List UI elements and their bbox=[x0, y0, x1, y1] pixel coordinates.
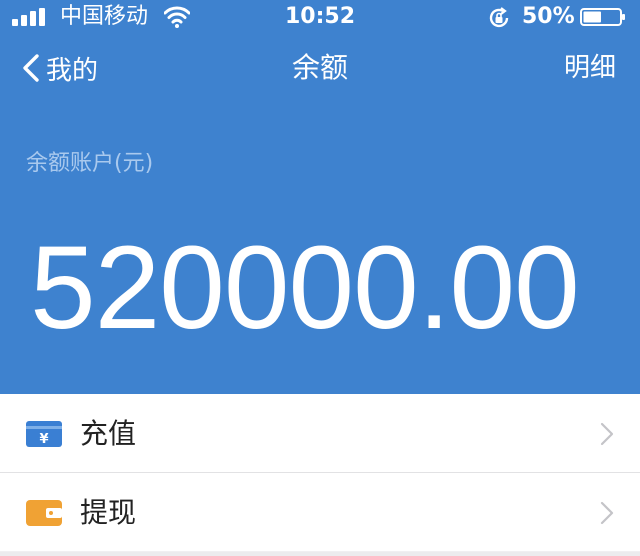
battery-icon bbox=[580, 8, 625, 26]
chevron-right-icon bbox=[600, 422, 614, 446]
account-label: 余额账户(元) bbox=[26, 151, 154, 176]
page-title: 余额 bbox=[291, 51, 348, 84]
recharge-label: 充值 bbox=[80, 417, 137, 450]
rotation-lock-icon bbox=[489, 7, 509, 28]
wallet-icon bbox=[26, 500, 62, 526]
recharge-row[interactable]: ¥ 充值 bbox=[0, 394, 640, 472]
status-bar: 中国移动 10:52 50% bbox=[0, 0, 640, 34]
balance-header: 中国移动 10:52 50% 我的 余额 明细 余额账户(元) 520000.0… bbox=[0, 0, 640, 394]
chevron-right-icon bbox=[600, 501, 614, 525]
balance-amount: 520000.00 bbox=[30, 222, 580, 354]
withdraw-row[interactable]: 提现 bbox=[0, 472, 640, 551]
battery-percentage: 50% bbox=[522, 4, 575, 29]
withdraw-label: 提现 bbox=[80, 496, 137, 529]
action-list: ¥ 充值 提现 bbox=[0, 394, 640, 551]
svg-text:¥: ¥ bbox=[39, 432, 48, 447]
bottom-spacer bbox=[0, 552, 640, 556]
details-button[interactable]: 明细 bbox=[564, 48, 616, 88]
yen-card-icon: ¥ bbox=[26, 421, 62, 447]
balance-screen: 中国移动 10:52 50% 我的 余额 明细 余额账户(元) 520000.0… bbox=[0, 0, 640, 556]
